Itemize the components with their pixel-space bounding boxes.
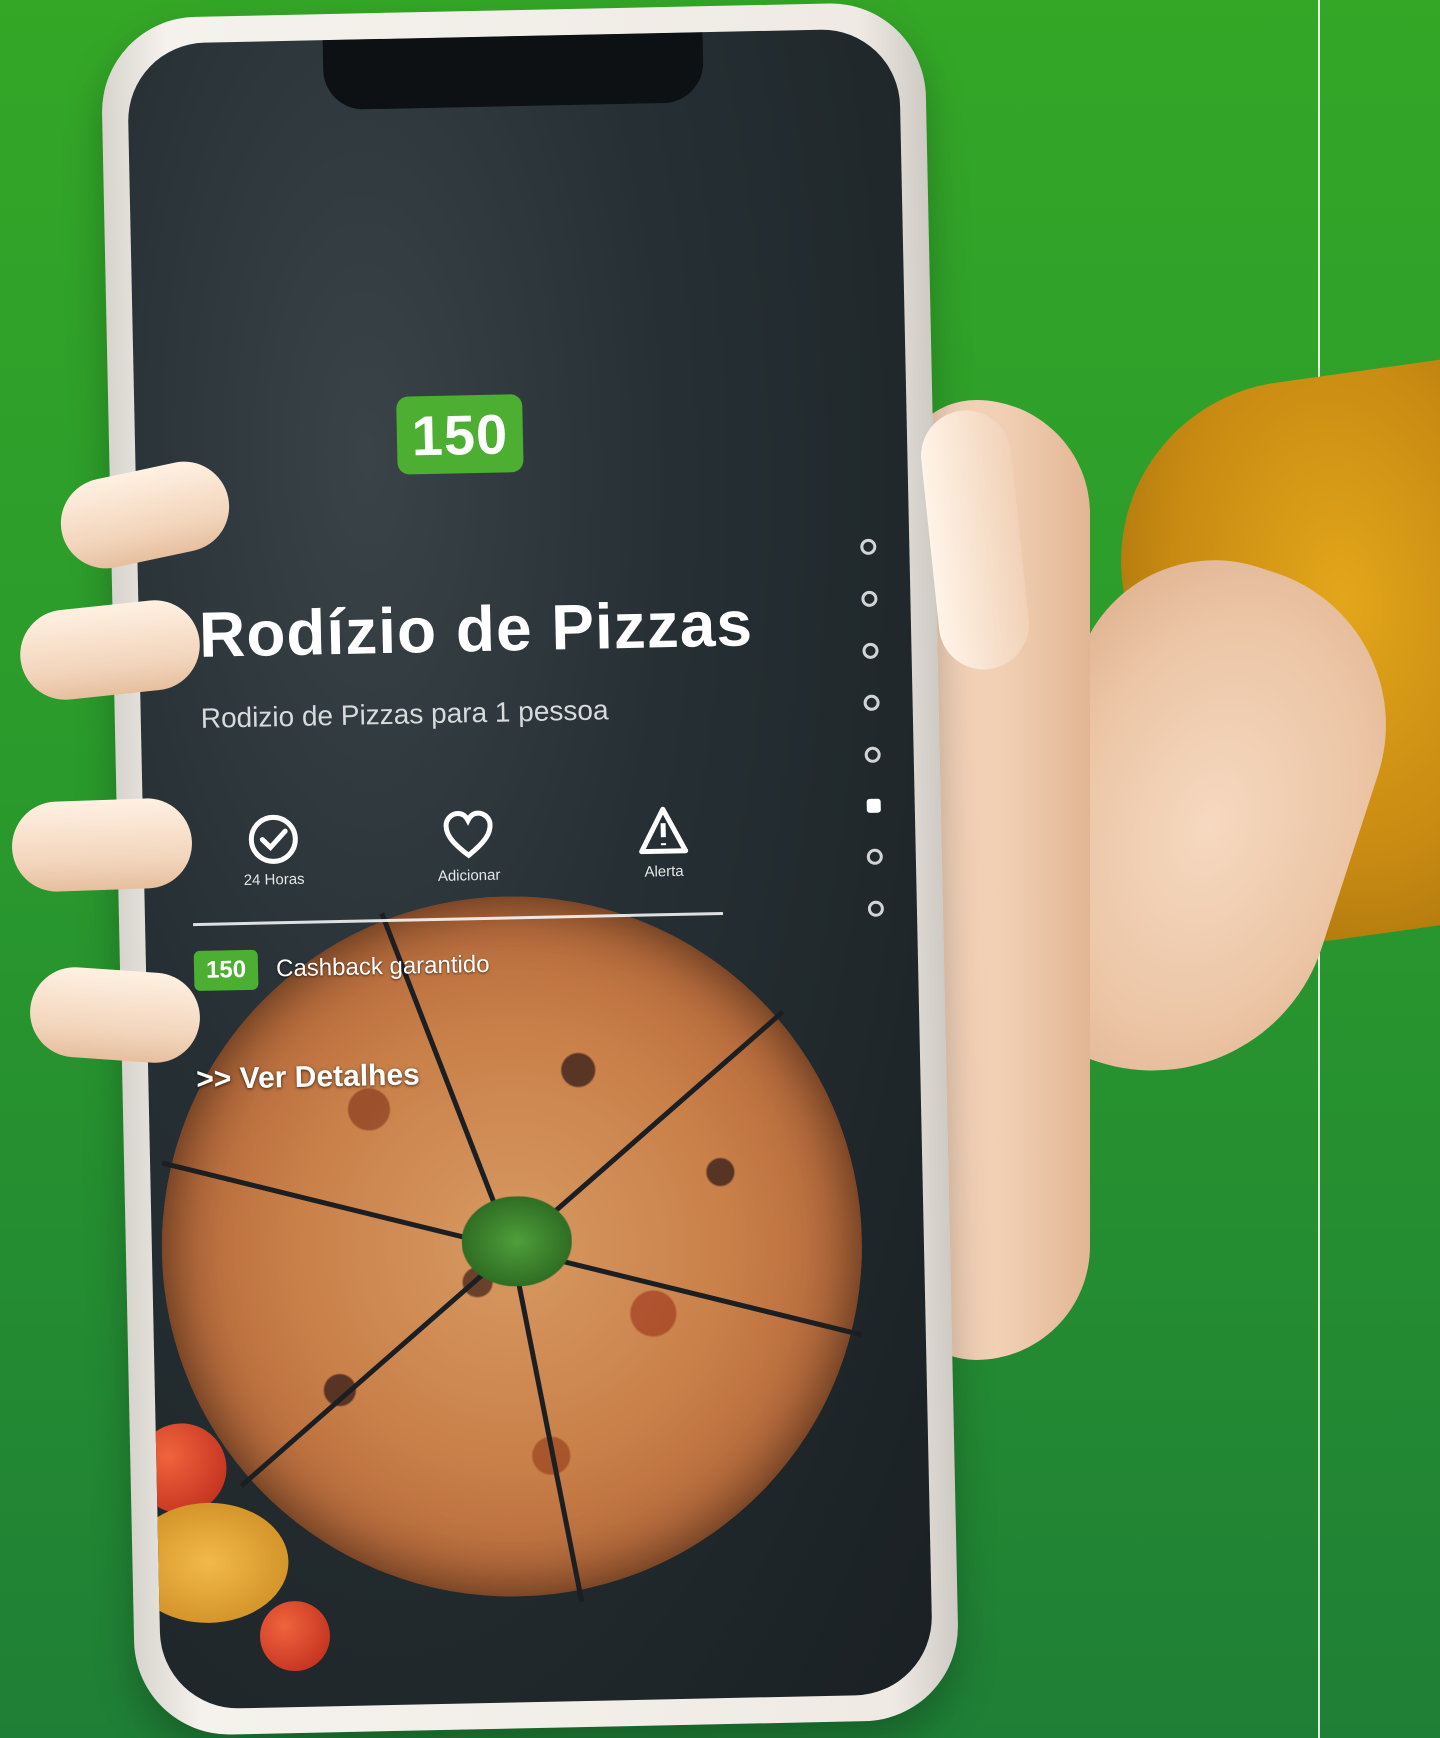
pizza-image: [154, 889, 870, 1604]
pager-dot[interactable]: [866, 848, 883, 865]
product-subtitle: Rodizio de Pizzas para 1 pessoa: [200, 694, 609, 734]
pager-dot[interactable]: [864, 746, 881, 763]
warning-icon: [639, 806, 689, 855]
stat-label: Alerta: [644, 862, 684, 881]
heart-icon: [443, 810, 493, 859]
product-title: Rodízio de Pizzas: [198, 587, 754, 671]
stats-row: 24 Horas Adicionar Alerta: [188, 801, 750, 913]
tomato-garnish: [135, 1422, 228, 1515]
pizza-slice-line: [509, 1248, 585, 1603]
pager-dot[interactable]: [866, 798, 881, 813]
stat-alert[interactable]: Alerta: [578, 801, 750, 882]
see-details-link[interactable]: >> Ver Detalhes: [196, 1058, 420, 1097]
pasta-garnish: [127, 1501, 290, 1625]
stat-hours[interactable]: 24 Horas: [188, 810, 360, 891]
phone-screen: 150 Rodízio de Pizzas Rodizio de Pizzas …: [126, 28, 934, 1710]
check-badge-icon: [248, 814, 298, 864]
tomato-garnish: [259, 1600, 331, 1672]
promo-text: Cashback garantido: [275, 950, 490, 983]
price-badge: 150: [396, 394, 524, 475]
phone-frame: 150 Rodízio de Pizzas Rodizio de Pizzas …: [100, 1, 960, 1737]
slide-pager: [855, 538, 889, 917]
stat-label: 24 Horas: [243, 870, 305, 889]
finger: [27, 964, 203, 1066]
pager-dot[interactable]: [863, 694, 880, 711]
pager-dot[interactable]: [861, 590, 878, 607]
pager-dot[interactable]: [862, 642, 879, 659]
phone-notch: [322, 32, 704, 111]
pager-dot[interactable]: [860, 538, 877, 556]
pager-dot[interactable]: [867, 900, 885, 917]
promo-badge: 150: [193, 949, 259, 992]
basil-leaf: [460, 1195, 573, 1288]
pizza-slice-line: [161, 1160, 513, 1252]
stat-label: Adicionar: [437, 866, 501, 885]
promo-row: 150 Cashback garantido: [193, 942, 490, 994]
stat-favorite[interactable]: Adicionar: [383, 806, 555, 887]
finger: [10, 796, 194, 894]
